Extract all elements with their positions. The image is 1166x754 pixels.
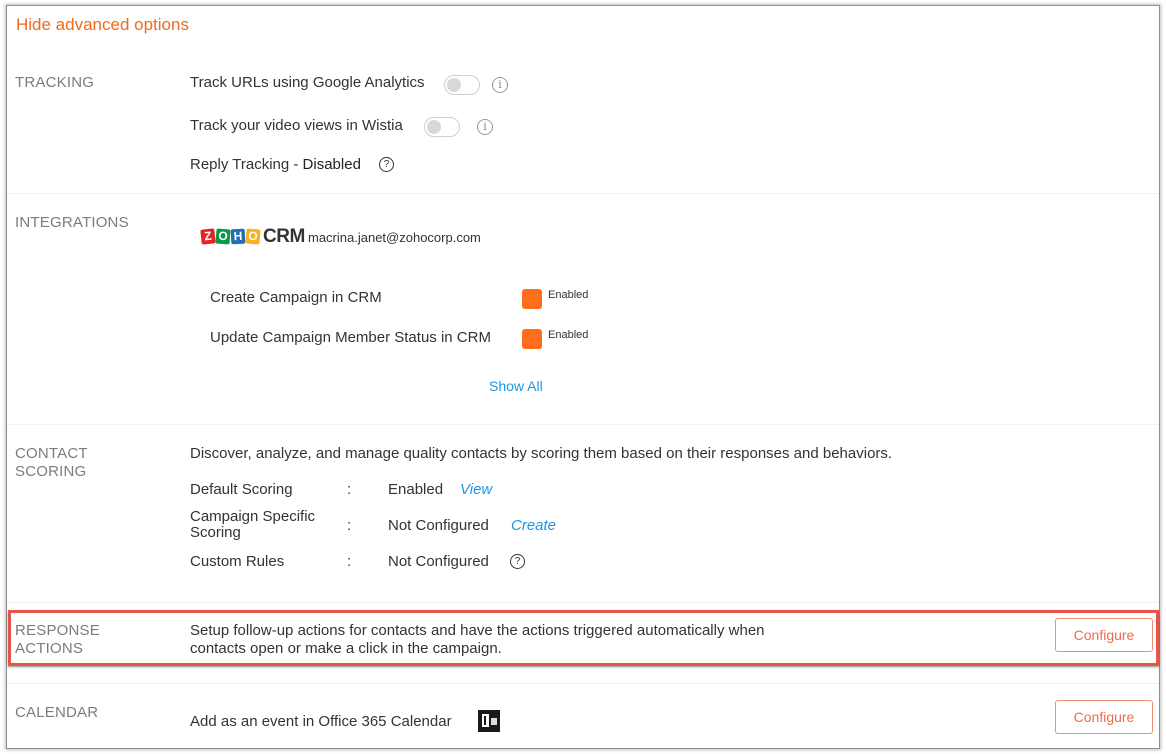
response-actions-description-line: Setup follow-up actions for contacts and…	[190, 622, 765, 639]
scoring-row-value: Not Configured	[388, 517, 489, 534]
crm-account-email: macrina.janet@zohocorp.com	[308, 230, 481, 245]
scoring-row-label-line: Campaign Specific	[190, 508, 316, 525]
integration-item-label: Create Campaign in CRM	[210, 289, 382, 306]
zoho-logo-letter: Z	[200, 228, 216, 245]
calendar-description: Add as an event in Office 365 Calendar	[190, 713, 452, 730]
advanced-options-panel: Hide advanced options TRACKING Track URL…	[6, 5, 1160, 749]
integration-item-status: Enabled	[548, 329, 589, 341]
reply-tracking-label: Reply Tracking -	[190, 156, 303, 173]
response-actions-label-line: RESPONSE	[15, 622, 100, 639]
help-icon[interactable]: ?	[379, 157, 394, 172]
contact-scoring-section-label: CONTACT SCORING	[15, 445, 88, 481]
reply-tracking-text: Reply Tracking - Disabled	[190, 156, 361, 174]
calendar-section-label: CALENDAR	[15, 704, 99, 721]
response-actions-label-line: ACTIONS	[15, 640, 84, 657]
calendar-configure-button[interactable]: Configure	[1055, 700, 1153, 734]
zoho-logo-letter: H	[230, 228, 246, 245]
response-actions-section: RESPONSE ACTIONS Setup follow-up actions…	[7, 610, 1159, 666]
zoho-logo-letter: O	[215, 228, 231, 245]
scoring-row-label: Custom Rules	[190, 553, 285, 570]
integration-item-label: Update Campaign Member Status in CRM	[210, 329, 491, 346]
response-actions-description-line: contacts open or make a click in the cam…	[190, 640, 502, 657]
scoring-row-value: Enabled	[388, 481, 444, 498]
response-actions-description: Setup follow-up actions for contacts and…	[190, 622, 765, 658]
response-actions-configure-button[interactable]: Configure	[1055, 618, 1153, 652]
scoring-row-separator: :	[347, 517, 352, 534]
google-analytics-toggle[interactable]	[444, 75, 480, 95]
office-365-icon	[478, 710, 500, 732]
zoho-logo-letter: O	[245, 228, 261, 245]
scoring-row-separator: :	[347, 553, 352, 570]
wistia-toggle[interactable]	[424, 117, 460, 137]
google-analytics-label: Track URLs using Google Analytics	[190, 74, 425, 91]
scoring-row-label: Campaign Specific Scoring	[190, 509, 315, 541]
help-icon[interactable]: ?	[510, 554, 525, 569]
info-icon[interactable]: i	[477, 119, 493, 135]
calendar-section: CALENDAR Add as an event in Office 365 C…	[7, 684, 1159, 750]
contact-scoring-section: CONTACT SCORING Discover, analyze, and m…	[7, 425, 1159, 602]
contact-scoring-label-line: SCORING	[15, 463, 87, 480]
view-scoring-link[interactable]: View	[460, 481, 492, 498]
integrations-section: INTEGRATIONS Z O H O CRM macrina.janet@z…	[7, 194, 1159, 424]
scoring-row-label-line: Scoring	[190, 524, 241, 541]
contact-scoring-label-line: CONTACT	[15, 445, 88, 462]
zoho-logo: Z O H O	[200, 228, 261, 245]
response-actions-section-label: RESPONSE ACTIONS	[15, 622, 100, 658]
status-indicator	[522, 329, 542, 349]
scoring-row-separator: :	[347, 481, 352, 498]
status-indicator	[522, 289, 542, 309]
scoring-row-value: Not Configured	[388, 553, 489, 570]
contact-scoring-description: Discover, analyze, and manage quality co…	[190, 445, 893, 462]
show-all-link[interactable]: Show All	[489, 378, 543, 394]
wistia-label: Track your video views in Wistia	[190, 117, 403, 134]
crm-logo-text: CRM	[263, 226, 305, 247]
reply-tracking-status: Disabled	[302, 156, 361, 173]
info-icon[interactable]: i	[492, 77, 508, 93]
integrations-section-label: INTEGRATIONS	[15, 214, 129, 231]
section-divider	[7, 602, 1159, 603]
tracking-section-label: TRACKING	[15, 74, 95, 91]
create-scoring-link[interactable]: Create	[511, 517, 556, 534]
tracking-section: TRACKING Track URLs using Google Analyti…	[7, 6, 1159, 194]
scoring-row-label: Default Scoring	[190, 481, 293, 498]
integration-item-status: Enabled	[548, 289, 589, 301]
